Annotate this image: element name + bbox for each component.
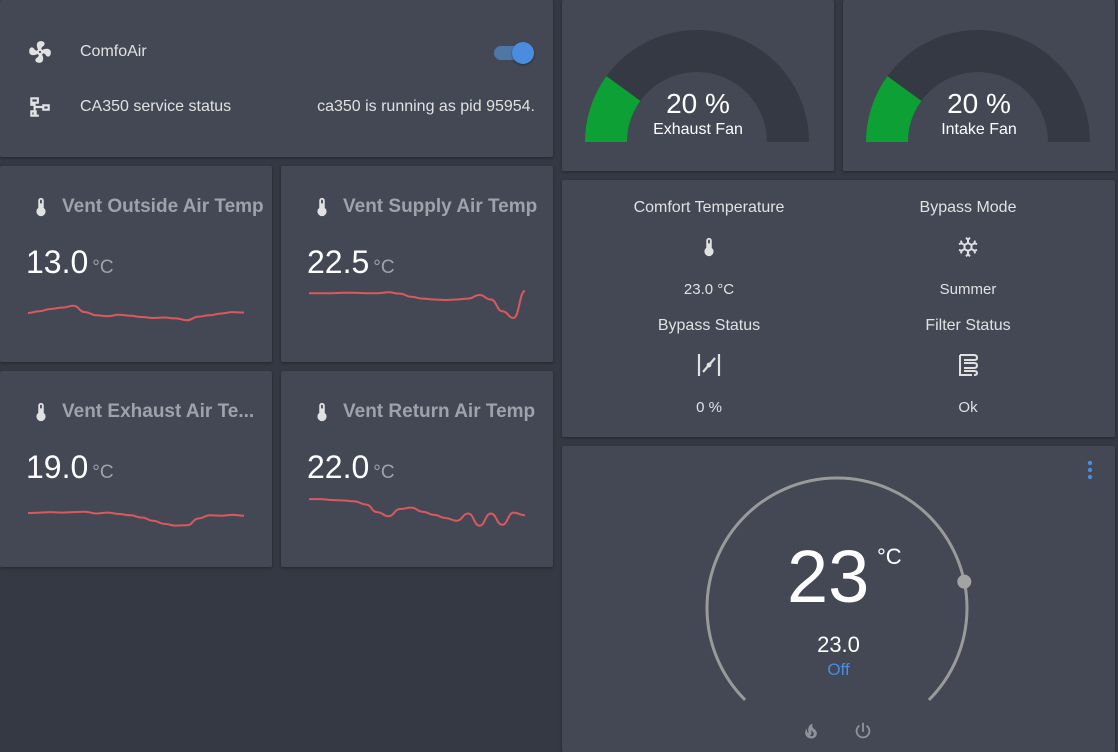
entity-row-ca350-status[interactable]: CA350 service status ca350 is running as… [0,87,553,127]
thermometer-icon [579,234,839,260]
power-icon[interactable] [852,720,876,744]
glance-state: Summer [939,281,997,298]
fan-icon [26,38,54,66]
sensor-sparkline [27,304,245,322]
thermostat-mode[interactable]: Off [562,660,1115,680]
entity-name: CA350 service status [80,98,232,115]
thermostat-current-temp: 23 [787,535,870,618]
sensor-sparkline [27,510,245,527]
sparkline-path [27,510,245,527]
sensor-sparkline [309,289,526,319]
thermostat-unit: °C [877,544,902,569]
glance-name: Filter Status [925,317,1011,334]
entity-row-comfoair[interactable]: ComfoAir [0,32,553,72]
glance-card: Comfort Temperature 23.0 °C Bypass Mode … [562,180,1115,437]
more-vert-icon[interactable] [1085,458,1095,482]
sensor-card-return-air[interactable]: Vent Return Air Temp 22.0 °C [281,371,553,567]
entity-state: ca350 is running as pid 95954. [317,98,535,115]
sensor-title: Vent Supply Air Temp [343,196,538,217]
glance-item-bypass-status[interactable]: Bypass Status 0 % [579,317,839,416]
glance-state: Ok [958,399,978,416]
comfoair-toggle[interactable] [492,40,534,64]
sensor-value: 19.0 °C [26,449,114,485]
gauge-label: Intake Fan [941,121,1017,138]
thermometer-icon [311,194,333,225]
entities-card: ComfoAir CA350 service status ca350 is r… [0,0,553,157]
thermometer-icon [30,194,52,225]
thermometer-icon [311,399,333,430]
glance-state: 23.0 °C [683,281,735,298]
glance-state: 0 % [696,399,722,416]
glance-name: Bypass Status [657,317,761,334]
sparkline-path [309,498,526,527]
sensor-card-exhaust-air[interactable]: Vent Exhaust Air Te... 19.0 °C [0,371,272,567]
gauge-value: 20 % [666,88,730,119]
glance-name: Bypass Mode [919,199,1017,216]
thermostat-handle [957,574,972,589]
sparkline-path [309,289,526,319]
thermostat-card: 23 °C 23.0 Off [562,446,1115,752]
network-icon [26,93,54,121]
glance-item-bypass-mode[interactable]: Bypass Mode Summer [838,199,1098,298]
sensor-card-supply-air[interactable]: Vent Supply Air Temp 22.5 °C [281,166,553,362]
gauge-label: Exhaust Fan [653,121,743,138]
gauge-value: 20 % [947,88,1011,119]
valve-icon [579,352,839,378]
sensor-value: 22.0 °C [307,449,395,485]
glance-name: Comfort Temperature [633,199,785,216]
flame-icon[interactable] [801,720,825,744]
thermostat-target-temp: 23.0 [817,632,860,657]
sensor-value: 13.0 °C [26,244,114,280]
glance-item-comfort-temperature[interactable]: Comfort Temperature 23.0 °C [579,199,839,298]
sensor-sparkline [309,498,526,527]
sensor-card-outside-air[interactable]: Vent Outside Air Temp 13.0 °C [0,166,272,362]
sensor-title: Vent Return Air Temp [343,401,536,422]
glance-item-filter-status[interactable]: Filter Status Ok [838,317,1098,416]
sensor-value: 22.5 °C [307,244,395,280]
gauge-card-intake-fan[interactable]: 20 % Intake Fan [843,0,1115,171]
sparkline-path [27,304,245,322]
thermometer-icon [30,399,52,430]
snowflake-icon [838,234,1098,260]
sensor-title: Vent Exhaust Air Te... [62,401,255,422]
air-filter-icon [838,352,1098,378]
entity-name: ComfoAir [80,43,147,60]
gauge-card-exhaust-fan[interactable]: 20 % Exhaust Fan [562,0,834,171]
sensor-title: Vent Outside Air Temp [62,196,264,217]
